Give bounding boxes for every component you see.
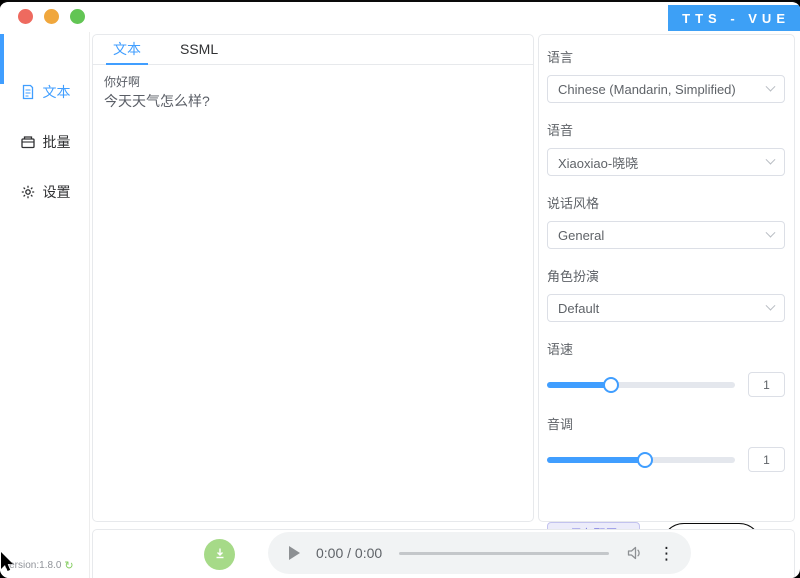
language-group: 语言 Chinese (Mandarin, Simplified): [547, 47, 785, 103]
chevron-down-icon: [765, 227, 776, 238]
text-line: 今天天气怎么样?: [104, 93, 210, 109]
editor-card: 文本 SSML 你好啊 今天天气怎么样?: [92, 34, 534, 522]
mouse-cursor: [0, 552, 15, 578]
language-select[interactable]: Chinese (Mandarin, Simplified): [547, 75, 785, 103]
sidebar-item-batch[interactable]: 批量: [0, 127, 90, 157]
chevron-down-icon: [765, 300, 776, 311]
rate-label: 语速: [547, 342, 574, 357]
language-value: Chinese (Mandarin, Simplified): [558, 81, 736, 97]
tab-text[interactable]: 文本: [106, 35, 148, 65]
sidebar-item-label: 文本: [42, 84, 71, 100]
download-icon: [214, 547, 226, 562]
pitch-label: 音调: [547, 417, 574, 432]
player-menu-icon[interactable]: ⋮: [658, 545, 675, 562]
player-time: 0:00 / 0:00: [316, 545, 383, 561]
minimize-button[interactable]: [44, 9, 59, 24]
seek-bar[interactable]: [399, 551, 609, 555]
batch-icon: [20, 134, 36, 150]
audio-player: 0:00 / 0:00 ⋮: [268, 532, 691, 574]
sidebar-item-settings[interactable]: 设置: [0, 177, 90, 207]
gear-icon: [20, 184, 36, 200]
document-icon: [20, 84, 36, 100]
volume-icon[interactable]: [626, 545, 645, 561]
editor-tabs: 文本 SSML: [93, 35, 533, 65]
role-group: 角色扮演 Default: [547, 266, 785, 322]
language-label: 语言: [547, 50, 574, 65]
settings-card: 语言 Chinese (Mandarin, Simplified) 语音 Xia…: [538, 34, 795, 577]
voice-value: Xiaoxiao-晓晓: [558, 155, 639, 171]
rate-slider[interactable]: [547, 376, 735, 393]
app-window: TTS - VUE 文本 批量 设置 Version:1.8.0 ↻ 文本 SS…: [0, 0, 800, 578]
voice-label: 语音: [547, 123, 574, 138]
role-label: 角色扮演: [547, 269, 600, 284]
voice-group: 语音 Xiaoxiao-晓晓: [547, 120, 785, 176]
app-title-badge: TTS - VUE: [668, 5, 800, 31]
chevron-down-icon: [765, 154, 776, 165]
rate-value-input[interactable]: 1: [748, 372, 785, 397]
pitch-slider-thumb[interactable]: [636, 451, 653, 468]
sidebar: 文本 批量 设置 Version:1.8.0 ↻: [0, 32, 90, 578]
pitch-slider[interactable]: [547, 451, 735, 468]
voice-select[interactable]: Xiaoxiao-晓晓: [547, 148, 785, 176]
text-input-area[interactable]: 你好啊 今天天气怎么样?: [93, 65, 533, 521]
text-line: 你好啊: [104, 75, 141, 89]
rate-slider-fill: [547, 381, 611, 388]
rate-slider-thumb[interactable]: [602, 376, 619, 393]
sidebar-item-label: 批量: [42, 134, 71, 150]
style-label: 说话风格: [547, 196, 600, 211]
pitch-slider-fill: [547, 456, 645, 463]
role-select[interactable]: Default: [547, 294, 785, 322]
refresh-icon[interactable]: ↻: [64, 559, 73, 572]
player-card: 0:00 / 0:00 ⋮: [92, 529, 795, 578]
rate-group: 语速 1: [547, 339, 785, 397]
maximize-button[interactable]: [70, 9, 85, 24]
pitch-group: 音调 1: [547, 414, 785, 472]
role-value: Default: [558, 300, 600, 316]
close-button[interactable]: [18, 9, 33, 24]
tab-ssml[interactable]: SSML: [174, 35, 224, 65]
style-value: General: [558, 227, 605, 243]
style-select[interactable]: General: [547, 221, 785, 249]
play-button[interactable]: [289, 546, 300, 560]
chevron-down-icon: [765, 81, 776, 92]
sidebar-item-text[interactable]: 文本: [0, 77, 90, 107]
style-group: 说话风格 General: [547, 193, 785, 249]
download-button[interactable]: [204, 539, 235, 570]
pitch-value-input[interactable]: 1: [748, 447, 785, 472]
sidebar-item-label: 设置: [42, 184, 71, 200]
title-bar: TTS - VUE: [0, 2, 800, 32]
